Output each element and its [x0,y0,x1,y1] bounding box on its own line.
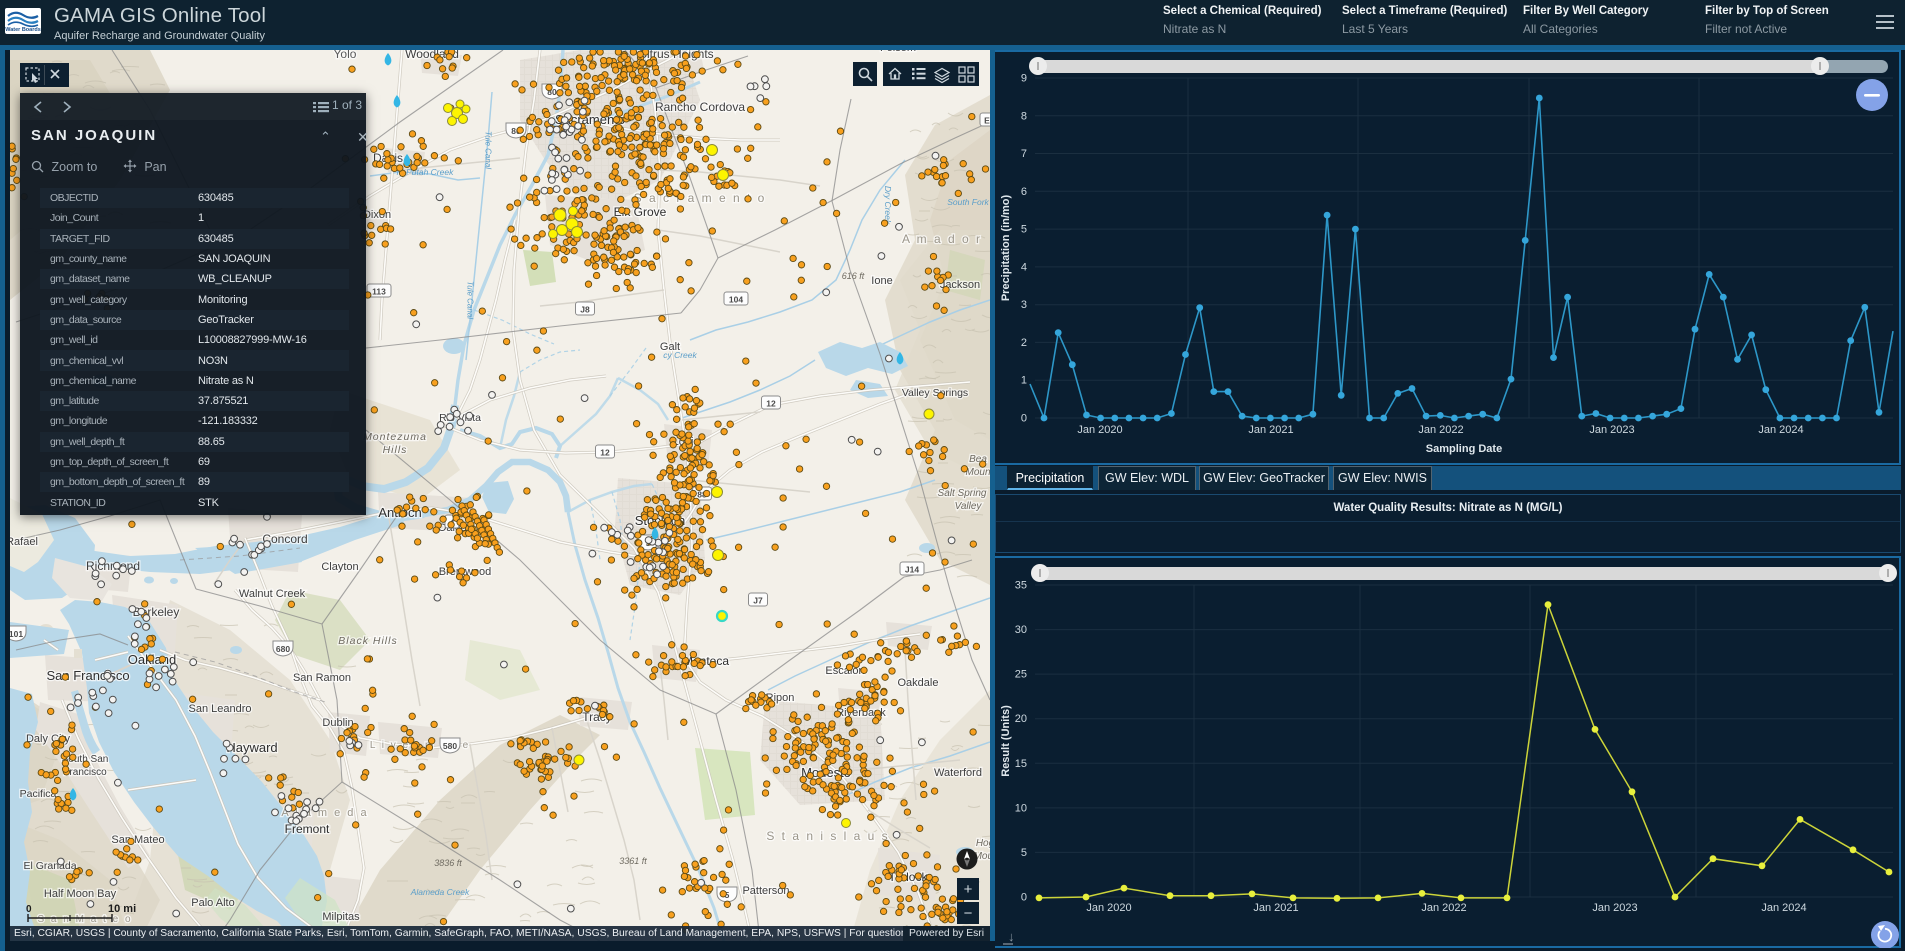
svg-text:cy Creek: cy Creek [663,350,697,360]
svg-text:35: 35 [1015,580,1027,592]
svg-text:Jan 2020: Jan 2020 [1086,902,1131,914]
svg-text:San Ramon: San Ramon [293,672,351,684]
svg-text:J8: J8 [580,305,590,315]
svg-text:S t a n i s l a u s: S t a n i s l a u s [766,829,889,843]
svg-text:Precipitation (in/mo): Precipitation (in/mo) [1000,194,1012,301]
svg-text:Folsom: Folsom [880,50,916,54]
svg-text:10: 10 [1015,802,1027,814]
svg-text:12: 12 [600,448,610,458]
svg-text:J7: J7 [753,596,763,606]
svg-text:J14: J14 [905,565,919,575]
svg-text:Jan 2023: Jan 2023 [1592,902,1637,914]
svg-text:0: 0 [1021,413,1027,425]
svg-text:Dixon: Dixon [363,209,391,221]
svg-text:Clayton: Clayton [321,561,358,573]
svg-text:1: 1 [1021,375,1027,387]
svg-text:9: 9 [1021,73,1027,85]
svg-text:3836 ft: 3836 ft [434,858,462,868]
svg-text:Black Hills: Black Hills [338,635,397,647]
svg-text:Moun: Moun [965,467,990,478]
svg-text:Manteca: Manteca [683,654,729,668]
svg-text:San Leandro: San Leandro [189,703,252,715]
svg-text:104: 104 [729,295,743,305]
svg-text:15: 15 [1015,758,1027,770]
svg-text:Tule Canal: Tule Canal [466,281,475,319]
svg-text:25: 25 [1015,669,1027,681]
svg-text:6: 6 [1021,186,1027,198]
svg-text:Jan 2021: Jan 2021 [1248,424,1293,436]
svg-text:580: 580 [443,741,457,751]
svg-text:Dry Creek: Dry Creek [883,186,893,225]
svg-text:3361 ft: 3361 ft [619,856,647,866]
svg-text:Montezuma: Montezuma [363,431,427,443]
svg-text:616 ft: 616 ft [842,271,865,281]
svg-text:113: 113 [372,287,386,297]
svg-text:5: 5 [1021,847,1027,859]
svg-text:Sampling Date: Sampling Date [1426,443,1502,455]
svg-text:Jan 2021: Jan 2021 [1253,902,1298,914]
svg-text:Hayward: Hayward [226,740,277,755]
svg-text:Dublin: Dublin [322,717,353,729]
svg-text:5: 5 [1021,224,1027,236]
svg-text:El Granada: El Granada [23,860,76,872]
svg-text:Palo Alto: Palo Alto [191,897,234,909]
svg-text:Walnut Creek: Walnut Creek [239,588,306,600]
svg-text:A m a d o r: A m a d o r [902,232,982,246]
svg-text:Ione: Ione [871,275,892,287]
svg-text:Yolo: Yolo [334,50,357,61]
svg-text:Valley: Valley [955,501,983,512]
svg-text:Milpitas: Milpitas [322,911,360,923]
svg-text:E: E [984,116,990,126]
svg-text:Jan 2022: Jan 2022 [1421,902,1466,914]
svg-text:20: 20 [1015,713,1027,725]
svg-text:Jan 2022: Jan 2022 [1418,424,1463,436]
svg-text:2: 2 [1021,337,1027,349]
svg-text:Tule Canal: Tule Canal [484,131,493,169]
svg-text:Half Moon Bay: Half Moon Bay [44,888,117,900]
svg-text:4: 4 [1021,261,1027,273]
svg-text:7: 7 [1021,148,1027,160]
svg-text:San Francisco: San Francisco [46,668,129,683]
svg-text:0: 0 [26,904,32,915]
svg-text:8: 8 [1021,110,1027,122]
svg-text:Jan 2023: Jan 2023 [1589,424,1634,436]
svg-text:Alameda Creek: Alameda Creek [410,887,470,897]
svg-text:0: 0 [1021,892,1027,904]
svg-text:Valley Springs: Valley Springs [902,387,968,399]
svg-text:Result (Units): Result (Units) [1000,705,1012,777]
svg-text:3: 3 [1021,299,1027,311]
svg-text:Hills: Hills [383,444,408,456]
svg-text:Pacifica: Pacifica [20,788,57,800]
svg-text:↓: ↓ [1008,929,1015,944]
svg-text:101: 101 [10,629,23,639]
svg-text:Water Boards: Water Boards [5,27,41,33]
svg-text:Jan 2024: Jan 2024 [1758,424,1803,436]
svg-text:Salt Spring: Salt Spring [938,488,987,499]
svg-text:Oakdale: Oakdale [898,677,939,689]
svg-text:10 mi: 10 mi [108,903,136,915]
svg-text:30: 30 [1015,624,1027,636]
svg-text:Rafael: Rafael [10,536,38,548]
svg-text:Jan 2020: Jan 2020 [1077,424,1122,436]
svg-text:680: 680 [276,644,290,654]
svg-text:South Fork: South Fork [947,197,989,207]
svg-text:Jan 2024: Jan 2024 [1761,902,1806,914]
svg-text:Waterford: Waterford [934,767,982,779]
svg-text:12: 12 [766,399,776,409]
svg-text:Rancho Cordova: Rancho Cordova [655,100,745,114]
svg-text:San Mateo: San Mateo [111,834,164,846]
